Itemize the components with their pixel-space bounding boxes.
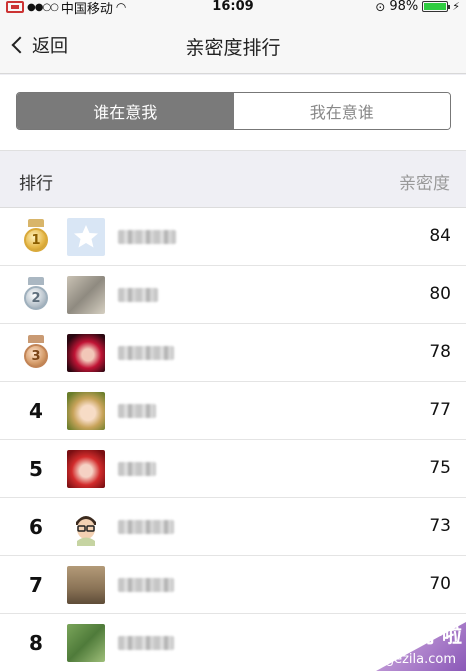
rank-badge: 1: [14, 219, 58, 255]
ranking-row[interactable]: 5 75: [0, 440, 466, 498]
status-bar: ●●○○ 中国移动 ◠ 16:09 ⊙ 98% ⚡: [0, 0, 466, 17]
blurred-nickname: [118, 404, 156, 418]
list-header: 排行 亲密度: [0, 151, 466, 208]
blurred-nickname: [118, 520, 174, 534]
status-right: ⊙ 98% ⚡: [375, 0, 460, 14]
anime-girl-avatar[interactable]: [67, 392, 105, 430]
rank-badge: 3: [14, 335, 58, 371]
intimacy-score: 80: [429, 284, 451, 304]
ranking-row[interactable]: 1 84: [0, 208, 466, 266]
intimacy-score: 73: [429, 516, 451, 536]
charging-icon: ⚡: [452, 0, 460, 13]
tab-who-i-care-about[interactable]: 我在意谁: [233, 93, 450, 129]
blurred-nickname: [118, 636, 174, 650]
intimacy-score: 75: [429, 458, 451, 478]
ranking-row[interactable]: 4 77: [0, 382, 466, 440]
segment-area: 谁在意我 我在意谁: [0, 75, 466, 151]
green-photo-avatar[interactable]: [67, 624, 105, 662]
page-title: 亲密度排行: [185, 37, 281, 59]
blurred-nickname: [118, 288, 158, 302]
bronze-medal-icon: 3: [22, 335, 50, 371]
gold-medal-icon: 1: [22, 219, 50, 255]
ranking-row[interactable]: 2 80: [0, 266, 466, 324]
tab-who-cares-about-me[interactable]: 谁在意我: [17, 93, 234, 129]
ranking-row[interactable]: 6 73: [0, 498, 466, 556]
rank-number: 5: [29, 457, 43, 481]
intimacy-column-header: 亲密度: [399, 174, 450, 194]
ranking-row[interactable]: 7 70: [0, 556, 466, 614]
watermark-text: 格子啦: [402, 623, 462, 647]
orientation-lock-icon: ⊙: [375, 0, 386, 14]
blurred-nickname: [118, 462, 156, 476]
rank-number: 7: [29, 573, 43, 597]
rank-number: 6: [29, 515, 43, 539]
blurred-avatar[interactable]: [67, 276, 105, 314]
segmented-control: 谁在意我 我在意谁: [16, 92, 451, 130]
red-girl-avatar[interactable]: [67, 450, 105, 488]
battery-percent: 98%: [389, 0, 419, 14]
intimacy-score: 70: [429, 574, 451, 594]
rank-badge: 2: [14, 277, 58, 313]
rank-badge: 6: [14, 510, 58, 544]
intimacy-score: 77: [429, 400, 451, 420]
ranking-list: 1 84 2 80 3 78 4 77 5 75 6 73 7 70 8: [0, 208, 466, 671]
rank-badge: 8: [14, 626, 58, 660]
rank-badge: 5: [14, 452, 58, 486]
rank-column-header: 排行: [19, 174, 53, 194]
blurred-nickname: [118, 578, 174, 592]
star-placeholder-avatar[interactable]: [67, 218, 105, 256]
rank-badge: 4: [14, 394, 58, 428]
battery-icon: [422, 1, 451, 12]
rank-number: 4: [29, 399, 43, 423]
navigation-bar: 返回 亲密度排行: [0, 16, 466, 74]
silver-medal-icon: 2: [22, 277, 50, 313]
glasses-boy-avatar[interactable]: [67, 508, 105, 546]
red-hair-avatar[interactable]: [67, 334, 105, 372]
blurred-nickname: [118, 230, 176, 244]
rank-number: 8: [29, 631, 43, 655]
intimacy-score: 84: [429, 226, 451, 246]
blurred-nickname: [118, 346, 174, 360]
rank-badge: 7: [14, 568, 58, 602]
watermark-url: gezila.com: [385, 652, 456, 667]
ranking-row[interactable]: 3 78: [0, 324, 466, 382]
couple-avatar[interactable]: [67, 566, 105, 604]
intimacy-score: 78: [429, 342, 451, 362]
